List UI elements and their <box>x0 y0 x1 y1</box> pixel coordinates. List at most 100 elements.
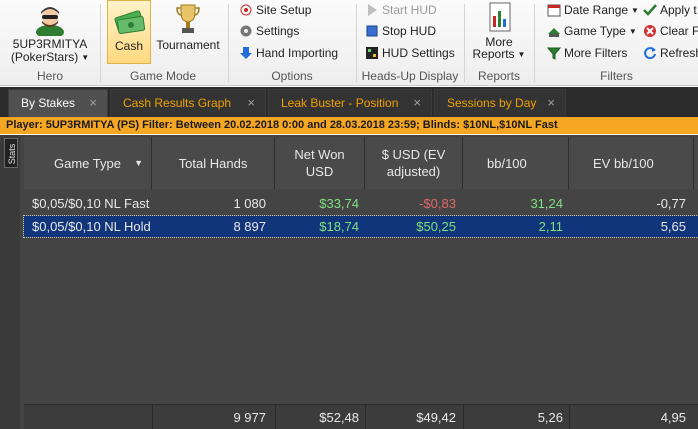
trophy-icon <box>176 4 200 33</box>
site-setup-icon <box>240 4 252 16</box>
report-icon <box>489 2 511 32</box>
cell-game-type: $0,05/$0,10 NL Fast <box>32 196 150 211</box>
apply-filters-label: Apply t <box>660 3 697 17</box>
tab-bar: By Stakes × Cash Results Graph × Leak Bu… <box>0 87 698 117</box>
start-hud-button[interactable]: Start HUD <box>365 0 437 20</box>
stats-side-tab[interactable]: Stats <box>4 138 18 168</box>
play-icon <box>368 4 377 16</box>
hud-settings-icon <box>366 47 378 59</box>
cell-bb100: 2,11 <box>538 219 563 234</box>
tab-by-stakes[interactable]: By Stakes × <box>8 89 108 117</box>
tab-cash-results-graph[interactable]: Cash Results Graph × <box>110 89 266 117</box>
cell-total-hands: 8 897 <box>233 219 266 234</box>
hand-importing-label: Hand Importing <box>256 46 339 60</box>
cell-usd-ev: $50,25 <box>416 219 456 234</box>
tab-sessions-by-day[interactable]: Sessions by Day × <box>434 89 566 117</box>
total-usd-ev: $49,42 <box>416 410 456 425</box>
stop-hud-label: Stop HUD <box>382 24 437 38</box>
calendar-icon <box>547 4 561 17</box>
tournament-label: Tournament <box>156 38 220 52</box>
close-icon[interactable]: × <box>89 90 97 116</box>
game-type-icon <box>548 28 560 37</box>
close-icon[interactable]: × <box>247 90 255 116</box>
totals-row: 9 977 $52,48 $49,42 5,26 4,95 <box>24 404 698 429</box>
column-label: Net Won USD <box>294 147 345 179</box>
table-row-selected[interactable]: $0,05/$0,10 NL Hold 8 897 $18,74 $50,25 … <box>23 215 698 238</box>
more-reports-button[interactable]: More Reports ▼ <box>469 0 529 64</box>
date-range-button[interactable]: Date Range ▼ <box>547 0 639 20</box>
hud-settings-button[interactable]: HUD Settings <box>365 43 455 63</box>
column-header-total-hands[interactable]: Total Hands <box>152 137 275 189</box>
filters-group: Date Range ▼ Game Type ▼ More Filters Appl… <box>535 0 698 86</box>
close-icon[interactable]: × <box>547 90 555 116</box>
total-net-won: $52,48 <box>319 410 359 425</box>
column-label: Game Type <box>54 155 121 171</box>
filter-summary: Player: 5UP3RMITYA (PS) Filter: Between … <box>0 117 698 134</box>
column-header-bb100[interactable]: bb/100 <box>463 137 569 189</box>
more-reports-label-2: Reports <box>472 47 515 61</box>
cash-icon <box>114 10 146 34</box>
column-label: Total Hands <box>178 155 248 171</box>
column-header-usd-ev[interactable]: $ USD (EV adjusted) <box>365 137 463 189</box>
hero-selector[interactable]: 5UP3RMITYA (PokerStars) ▼ <box>0 38 100 64</box>
cell-bb100: 31,24 <box>530 196 563 211</box>
tab-label: By Stakes <box>21 96 76 110</box>
side-panel: Stats <box>0 135 20 429</box>
tab-label: Leak Buster - Position <box>281 96 399 110</box>
clear-icon <box>644 25 656 37</box>
hero-group-label: Hero <box>36 69 63 83</box>
table-row[interactable]: $0,05/$0,10 NL Fast 1 080 $33,74 -$0,83 … <box>24 193 698 214</box>
settings-button[interactable]: Settings <box>239 21 299 41</box>
column-label: EV bb/100 <box>593 155 654 171</box>
hud-group: Start HUD Stop HUD HUD Settings Heads-Up… <box>357 0 463 86</box>
options-group: Site Setup Settings Hand Importing Optio… <box>229 0 355 86</box>
cell-ev-bb100: -0,77 <box>656 196 686 211</box>
site-setup-label: Site Setup <box>256 3 312 17</box>
tab-label: Cash Results Graph <box>123 96 232 110</box>
stop-hud-button[interactable]: Stop HUD <box>365 21 436 41</box>
stats-grid: Stats Game Type ▼ Total Hands Net Won US… <box>0 135 698 429</box>
column-label: $ USD (EV adjusted) <box>381 147 446 179</box>
clear-filters-button[interactable]: Clear F <box>643 21 698 41</box>
refresh-button[interactable]: Refresh <box>643 43 698 63</box>
tab-label: Sessions by Day <box>447 96 537 110</box>
column-header-ev-bb100[interactable]: EV bb/100 <box>569 137 694 189</box>
tab-leak-buster-position[interactable]: Leak Buster - Position × <box>268 89 432 117</box>
game-type-label: Game Type <box>564 24 626 38</box>
checkmark-icon <box>643 4 657 16</box>
cash-label: Cash <box>114 39 143 53</box>
chevron-down-icon: ▼ <box>517 50 526 59</box>
cell-usd-ev: -$0,83 <box>419 196 456 211</box>
chevron-down-icon: ▼ <box>81 53 90 62</box>
close-icon[interactable]: × <box>413 90 421 116</box>
table-header: Game Type ▼ Total Hands Net Won USD $ US… <box>24 137 698 189</box>
filters-group-label: Filters <box>600 69 633 83</box>
hero-group: 5UP3RMITYA (PokerStars) ▼ Hero <box>0 0 100 86</box>
more-filters-button[interactable]: More Filters <box>547 43 627 63</box>
reports-group-label: Reports <box>477 69 521 83</box>
hero-avatar-icon[interactable] <box>33 2 67 36</box>
refresh-label: Refresh <box>660 46 698 60</box>
column-label: bb/100 <box>487 155 527 171</box>
hud-group-label: Heads-Up Display <box>361 69 459 83</box>
reports-group: More Reports ▼ Reports <box>465 0 533 86</box>
ribbon: 5UP3RMITYA (PokerStars) ▼ Hero Cash Tourn… <box>0 0 698 86</box>
chevron-down-icon: ▼ <box>631 6 639 15</box>
cash-button[interactable]: Cash <box>107 0 151 64</box>
cell-game-type: $0,05/$0,10 NL Hold <box>32 219 150 234</box>
tournament-button[interactable]: Tournament <box>153 0 223 64</box>
sort-desc-icon[interactable]: ▼ <box>134 155 143 172</box>
chevron-down-icon: ▼ <box>628 27 637 36</box>
hero-site: (PokerStars) <box>10 50 79 64</box>
hand-importing-button[interactable]: Hand Importing <box>239 43 338 63</box>
game-mode-group-label: Game Mode <box>129 69 197 83</box>
apply-filters-button[interactable]: Apply t <box>643 0 697 20</box>
game-type-button[interactable]: Game Type ▼ <box>547 21 637 41</box>
hud-settings-label: HUD Settings <box>382 46 455 60</box>
import-arrow-icon <box>240 47 252 59</box>
filter-icon <box>547 47 561 60</box>
game-mode-group: Cash Tournament Game Mode <box>101 0 225 86</box>
column-header-net-won[interactable]: Net Won USD <box>275 137 365 189</box>
site-setup-button[interactable]: Site Setup <box>239 0 311 20</box>
column-header-game-type[interactable]: Game Type ▼ <box>24 137 152 189</box>
